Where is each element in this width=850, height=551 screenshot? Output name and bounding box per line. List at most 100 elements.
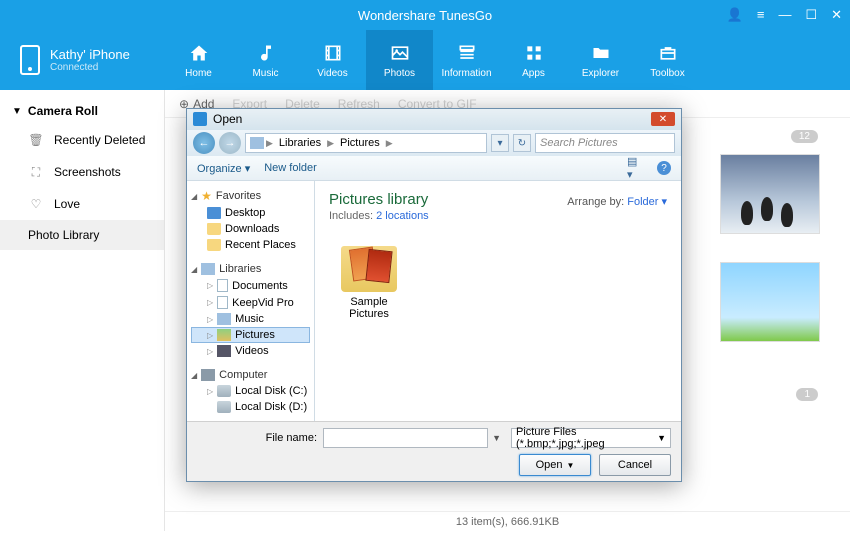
tree-item-keepvid[interactable]: ▷KeepVid Pro [191, 294, 310, 311]
nav-explorer[interactable]: Explorer [567, 30, 634, 90]
nav-photos[interactable]: Photos [366, 30, 433, 90]
separator-icon: ▶ [386, 138, 393, 149]
folder-sample-pictures[interactable]: Sample Pictures [329, 246, 409, 320]
libraries-icon [250, 137, 264, 149]
tree-item-music[interactable]: ▷Music [191, 311, 310, 327]
help-icon[interactable]: ? [657, 161, 671, 175]
nav-apps[interactable]: Apps [500, 30, 567, 90]
refresh-button[interactable]: ↻ [513, 134, 531, 152]
breadcrumb[interactable]: ▶ Libraries ▶ Pictures ▶ [245, 133, 487, 153]
sidebar-item-recently-deleted[interactable]: 🗑 Recently Deleted [0, 124, 164, 156]
nav-toolbox[interactable]: Toolbox [634, 30, 701, 90]
libraries-icon [201, 263, 215, 275]
documents-icon [217, 279, 228, 292]
dialog-nav: ← → ▶ Libraries ▶ Pictures ▶ ▾ ↻ Search … [187, 130, 681, 157]
device-status: Connected [50, 62, 130, 73]
tree-item-downloads[interactable]: Downloads [191, 221, 310, 237]
cancel-button[interactable]: Cancel [599, 454, 671, 476]
arrange-value[interactable]: Folder ▾ [627, 196, 667, 208]
videos-icon [217, 345, 231, 357]
locations-link[interactable]: 2 locations [376, 210, 429, 222]
tree-item-desktop[interactable]: Desktop [191, 205, 310, 221]
tree-item-videos[interactable]: ▷Videos [191, 343, 310, 359]
nav-home[interactable]: Home [165, 30, 232, 90]
nav-videos[interactable]: Videos [299, 30, 366, 90]
chevron-down-icon: ▼ [12, 106, 22, 117]
breadcrumb-segment[interactable]: Pictures [336, 137, 384, 149]
computer-icon [201, 369, 215, 381]
header: Kathy' iPhone Connected Home Music Video… [0, 30, 850, 90]
dropdown-history-button[interactable]: ▾ [491, 134, 509, 152]
sidebar-item-love[interactable]: ♡ Love [0, 188, 164, 220]
device-name: Kathy' iPhone [50, 47, 130, 62]
view-options-button[interactable]: ▤ ▾ [627, 160, 643, 176]
tree-group-favorites[interactable]: ◢★Favorites [191, 187, 310, 205]
status-bar: 13 item(s), 666.91KB [165, 511, 850, 531]
dialog-footer: File name: ▼ Picture Files (*.bmp;*.jpg;… [187, 421, 681, 481]
tree-item-pictures[interactable]: ▷Pictures [191, 327, 310, 343]
music-icon [217, 313, 231, 325]
device-info[interactable]: Kathy' iPhone Connected [0, 45, 165, 75]
count-badge: 1 [796, 388, 818, 401]
folder-tree: ◢★Favorites Desktop Downloads Recent Pla… [187, 181, 315, 421]
sidebar-item-screenshots[interactable]: ⛶ Screenshots [0, 156, 164, 188]
open-file-dialog: Open ✕ ← → ▶ Libraries ▶ Pictures ▶ ▾ ↻ … [186, 108, 682, 482]
title-bar: Wondershare TunesGo 👤 ≡ — ☐ ✕ [0, 0, 850, 30]
sidebar-item-label: Love [54, 197, 80, 211]
file-type-filter[interactable]: Picture Files (*.bmp;*.jpg;*.jpeg▼ [511, 428, 671, 448]
photo-thumbnail[interactable] [720, 262, 820, 342]
nav-explorer-label: Explorer [582, 68, 619, 79]
tree-item-documents[interactable]: ▷Documents [191, 277, 310, 294]
tree-group-computer[interactable]: ◢Computer [191, 367, 310, 383]
user-icon[interactable]: 👤 [727, 7, 743, 23]
documents-icon [217, 296, 228, 309]
sidebar-header-label: Camera Roll [28, 104, 98, 118]
tree-item-disk-d[interactable]: Local Disk (D:) [191, 399, 310, 415]
dialog-close-button[interactable]: ✕ [651, 112, 675, 126]
sidebar-item-photo-library[interactable]: Photo Library [0, 220, 164, 250]
nav-music-label: Music [252, 68, 278, 79]
nav-apps-label: Apps [522, 68, 545, 79]
separator-icon: ▶ [266, 138, 273, 149]
heart-icon: ♡ [28, 196, 44, 212]
sidebar-header-camera-roll[interactable]: ▼ Camera Roll [0, 98, 164, 124]
file-name-input[interactable] [323, 428, 488, 448]
new-folder-button[interactable]: New folder [264, 162, 317, 174]
nav-information[interactable]: Information [433, 30, 500, 90]
folder-label: Sample Pictures [329, 296, 409, 320]
drive-icon [217, 385, 231, 397]
file-pane: Pictures library Includes: 2 locations A… [315, 181, 681, 421]
open-button[interactable]: Open▼ [519, 454, 591, 476]
folder-icon [341, 246, 397, 292]
app-title: Wondershare TunesGo [358, 8, 492, 23]
sidebar: ▼ Camera Roll 🗑 Recently Deleted ⛶ Scree… [0, 90, 165, 531]
desktop-icon [207, 207, 221, 219]
tree-group-libraries[interactable]: ◢Libraries [191, 261, 310, 277]
photo-thumbnail[interactable] [720, 154, 820, 234]
trash-icon: 🗑 [28, 132, 44, 148]
tree-item-recent[interactable]: Recent Places [191, 237, 310, 253]
file-name-label: File name: [197, 432, 317, 444]
apps-icon [523, 42, 545, 64]
menu-icon[interactable]: ≡ [757, 7, 765, 23]
arrange-by[interactable]: Arrange by: Folder ▾ [567, 195, 667, 208]
file-name-dropdown[interactable]: ▼ [488, 433, 505, 443]
nav-music[interactable]: Music [232, 30, 299, 90]
drive-icon [217, 401, 231, 413]
dialog-title: Open [213, 112, 242, 126]
sidebar-item-label: Photo Library [28, 228, 99, 242]
phone-icon [20, 45, 40, 75]
info-icon [456, 42, 478, 64]
breadcrumb-segment[interactable]: Libraries [275, 137, 325, 149]
forward-button[interactable]: → [219, 132, 241, 154]
dialog-toolbar: Organize ▾ New folder ▤ ▾ ? [187, 156, 681, 181]
tree-item-disk-c[interactable]: ▷Local Disk (C:) [191, 383, 310, 399]
minimize-icon[interactable]: — [778, 7, 791, 23]
organize-button[interactable]: Organize ▾ [197, 162, 250, 175]
back-button[interactable]: ← [193, 132, 215, 154]
folder-icon [590, 42, 612, 64]
search-input[interactable]: Search Pictures [535, 133, 675, 153]
dialog-body: ◢★Favorites Desktop Downloads Recent Pla… [187, 181, 681, 421]
maximize-icon[interactable]: ☐ [805, 7, 817, 23]
close-icon[interactable]: ✕ [831, 7, 842, 23]
